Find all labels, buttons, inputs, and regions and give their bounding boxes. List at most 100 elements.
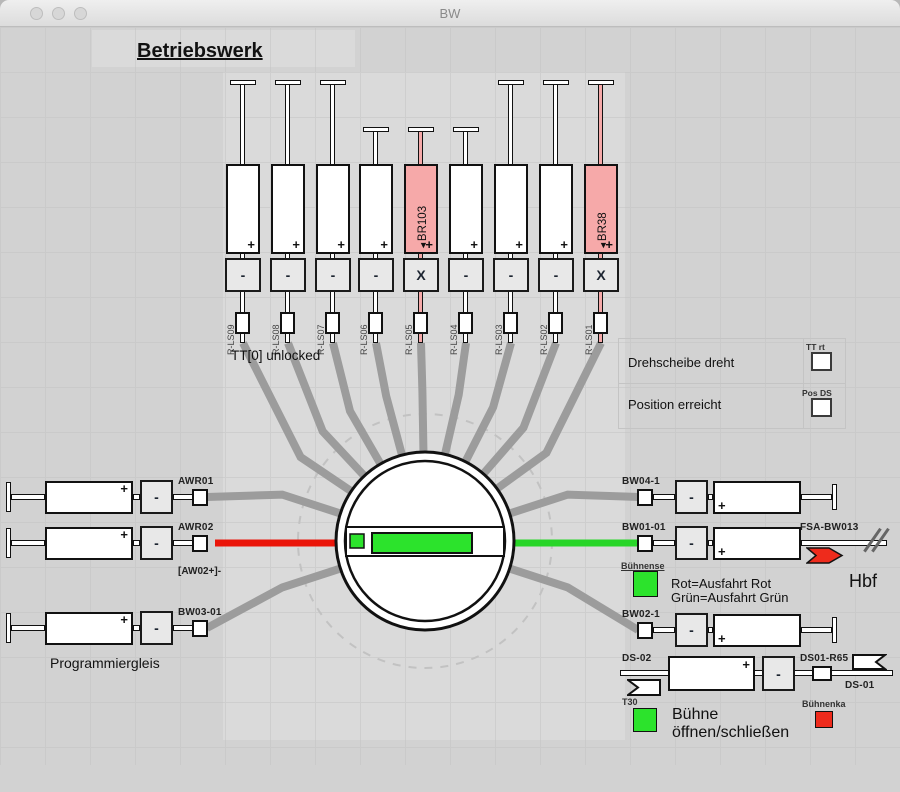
- t30-label: T30: [622, 697, 638, 707]
- track-sensor-BW03-01: [192, 620, 208, 637]
- track-sensor-BW02-1: [637, 622, 653, 639]
- page-title: Betriebswerk: [137, 40, 263, 63]
- track-block-R-LS09[interactable]: +: [226, 164, 260, 254]
- track-label: R-LS09: [226, 299, 237, 355]
- track-release-button-BW01-01[interactable]: -: [675, 526, 708, 560]
- track-stem: [373, 131, 378, 165]
- block-plus: +: [718, 633, 726, 645]
- track-label: R-LS05: [404, 299, 415, 355]
- fsa-bw013-label: FSA-BW013: [800, 522, 858, 533]
- track-release-button-AWR02[interactable]: -: [140, 526, 173, 560]
- track-label: AWR01: [178, 476, 213, 487]
- track-block-AWR02[interactable]: +: [45, 527, 133, 560]
- track-block-BW02-1[interactable]: +: [713, 614, 801, 647]
- ds01-connector-flag: [852, 654, 887, 671]
- track-label: BW01-01: [622, 522, 666, 533]
- track-block-AWR01[interactable]: +: [45, 481, 133, 514]
- track-sensor-BW04-1: [637, 489, 653, 506]
- track-release-button-BW02-1[interactable]: -: [675, 613, 708, 647]
- legend-rot: Rot=Ausfahrt Rot: [671, 576, 771, 591]
- buehnense-indicator[interactable]: [633, 571, 658, 597]
- track-label: R-LS08: [271, 299, 282, 355]
- buehnense-label: Bühnense: [621, 561, 665, 571]
- track-label: BW04-1: [622, 476, 660, 487]
- track-block-R-LS03[interactable]: +: [494, 164, 528, 254]
- track-sensor-R-LS07: [325, 312, 340, 334]
- track-label: BW02-1: [622, 609, 660, 620]
- track-sensor-R-LS01: [593, 312, 608, 334]
- track-release-button-R-LS01[interactable]: X: [583, 258, 619, 292]
- track-release-button-R-LS03[interactable]: -: [493, 258, 529, 292]
- track-sensor-R-LS02: [548, 312, 563, 334]
- track-block-R-LS02[interactable]: +: [539, 164, 573, 254]
- ds-block[interactable]: +: [668, 656, 755, 691]
- track-stem: [508, 84, 513, 165]
- track-release-button-R-LS04[interactable]: -: [448, 258, 484, 292]
- track-block-BW04-1[interactable]: +: [713, 481, 801, 514]
- track-release-button-R-LS02[interactable]: -: [538, 258, 574, 292]
- block-plus: +: [470, 239, 478, 251]
- track-block-R-LS06[interactable]: +: [359, 164, 393, 254]
- loco-name: BR103: [417, 206, 429, 241]
- bridge-direction-indicator: [350, 534, 364, 548]
- track-label: R-LS03: [494, 299, 505, 355]
- track-line: [653, 494, 675, 500]
- t30-button[interactable]: [633, 708, 657, 732]
- exit-signal-red-arrow[interactable]: [806, 547, 844, 564]
- block-plus: +: [120, 529, 128, 541]
- track-sensor-R-LS05: [413, 312, 428, 334]
- pos-ds-checkbox[interactable]: [811, 398, 832, 417]
- buffer-stop: [832, 484, 837, 510]
- ds-sensor: [812, 666, 832, 681]
- track-line: [801, 627, 832, 633]
- track-release-button-R-LS07[interactable]: -: [315, 258, 351, 292]
- track-line: [11, 540, 45, 546]
- block-plus: +: [718, 546, 726, 558]
- switchboard-canvas: Betriebswerk TT[0] unlocked Drehscheibe …: [0, 0, 900, 792]
- track-release-button-R-LS05[interactable]: X: [403, 258, 439, 292]
- track-line: [653, 627, 675, 633]
- track-line: [11, 625, 45, 631]
- block-plus: +: [742, 659, 750, 671]
- track-release-button-BW03-01[interactable]: -: [140, 611, 173, 645]
- track-release-button-R-LS09[interactable]: -: [225, 258, 261, 292]
- loco-direction-icon: ◄: [598, 241, 608, 250]
- track-sensor-BW01-01: [637, 535, 653, 552]
- track-release-button-R-LS08[interactable]: -: [270, 258, 306, 292]
- ds-release-button[interactable]: -: [762, 656, 795, 691]
- track-stem: [463, 131, 468, 165]
- track-block-R-LS04[interactable]: +: [449, 164, 483, 254]
- track-sensor-R-LS09: [235, 312, 250, 334]
- block-plus: +: [718, 500, 726, 512]
- track-release-button-BW04-1[interactable]: -: [675, 480, 708, 514]
- buehne-text-2: öffnen/schließen: [672, 724, 789, 742]
- track-sensor-R-LS08: [280, 312, 295, 334]
- track-line: [653, 540, 675, 546]
- track-release-button-AWR01[interactable]: -: [140, 480, 173, 514]
- track-label: R-LS02: [539, 299, 550, 355]
- label-position-erreicht: Position erreicht: [628, 397, 721, 412]
- track-block-R-LS08[interactable]: +: [271, 164, 305, 254]
- block-plus: +: [247, 239, 255, 251]
- window-titlebar: BW: [0, 0, 900, 27]
- track-stem: [598, 84, 603, 165]
- track-block-BW01-01[interactable]: +: [713, 527, 801, 560]
- track-label: AWR02: [178, 522, 213, 533]
- pos-ds-label: Pos DS: [802, 388, 832, 398]
- track-line: [11, 494, 45, 500]
- track-block-R-LS07[interactable]: +: [316, 164, 350, 254]
- track-line: [133, 540, 140, 546]
- track-release-button-R-LS06[interactable]: -: [358, 258, 394, 292]
- block-plus: +: [337, 239, 345, 251]
- track-block-BW03-01[interactable]: +: [45, 612, 133, 645]
- track-stem: [240, 84, 245, 165]
- label-drehscheibe-dreht: Drehscheibe dreht: [628, 355, 734, 370]
- tt-rt-checkbox[interactable]: [811, 352, 832, 371]
- track-stem: [330, 84, 335, 165]
- aw02-note: [AW02+]-: [178, 566, 221, 577]
- track-line: [133, 494, 140, 500]
- block-plus: +: [515, 239, 523, 251]
- loco-name: BR38: [597, 212, 609, 241]
- track-sensor-R-LS04: [458, 312, 473, 334]
- app-window: Betriebswerk TT[0] unlocked Drehscheibe …: [0, 0, 900, 792]
